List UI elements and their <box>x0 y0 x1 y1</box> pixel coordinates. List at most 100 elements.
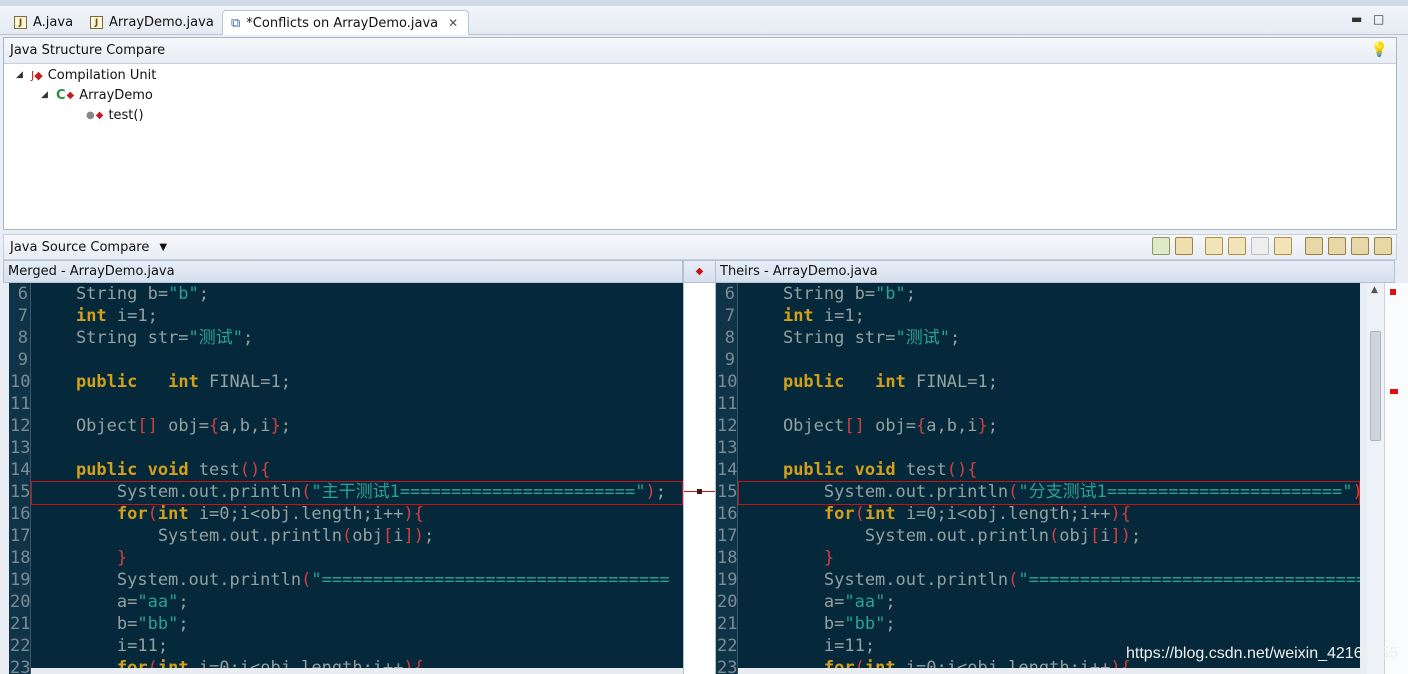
class-icon: C <box>56 87 66 103</box>
code-text: i=11; <box>742 636 876 656</box>
code-text: System.out.println(obj[i]); <box>35 526 435 546</box>
tree-item-arraydemo[interactable]: ◢ C ◆ ArrayDemo <box>41 85 153 105</box>
maximize-icon[interactable]: □ <box>1373 12 1384 26</box>
left-pane-header: Merged - ArrayDemo.java <box>3 260 683 283</box>
copy-left-icon[interactable] <box>1228 237 1246 255</box>
line-number: 21 <box>10 614 31 634</box>
code-text: } <box>823 548 835 568</box>
line-number: 17 <box>10 526 31 546</box>
code-line: 18 } <box>716 547 1360 569</box>
copy-all-left-icon[interactable] <box>1205 237 1223 255</box>
line-number: 13 <box>10 438 31 458</box>
line-number: 15 <box>717 482 738 502</box>
conflict-marker[interactable] <box>1390 289 1396 295</box>
tab-conflicts[interactable]: ⧉ *Conflicts on ArrayDemo.java ✕ <box>222 10 470 35</box>
code-text: System.out.println("分支测试1===============… <box>742 482 1360 502</box>
prev-diff-icon[interactable] <box>1328 237 1346 255</box>
watermark-text: https://blog.csdn.net/weixin_42161955 <box>1126 645 1399 662</box>
minimize-icon[interactable]: ▬ <box>1351 12 1362 26</box>
copy-right-icon[interactable] <box>1251 237 1269 255</box>
code-line: 6 String b="b"; <box>9 283 683 305</box>
vertical-scrollbar[interactable]: ▲ <box>1367 283 1384 674</box>
lightbulb-icon[interactable]: 💡 <box>1371 42 1388 58</box>
code-text: public void test(){ <box>782 460 978 480</box>
tab-label: *Conflicts on ArrayDemo.java <box>246 15 439 31</box>
compare-icon: ⧉ <box>231 15 241 31</box>
diff-connector <box>683 283 716 674</box>
copy-all-right-icon[interactable] <box>1274 237 1292 255</box>
dropdown-icon[interactable]: ▼ <box>159 242 167 253</box>
scroll-up-icon[interactable]: ▲ <box>1371 285 1378 295</box>
code-line: 13 <box>9 437 683 459</box>
conflict-marker-icon: ◆ <box>66 89 75 101</box>
next-diff-icon[interactable] <box>1305 237 1323 255</box>
line-number: 21 <box>717 614 738 634</box>
tree-item-compilation-unit[interactable]: ◢ J◆ Compilation Unit <box>16 65 156 85</box>
conflict-marker[interactable] <box>1390 389 1398 394</box>
line-number: 23 <box>10 658 31 674</box>
expand-icon[interactable]: ◢ <box>41 90 51 100</box>
tab-label: A.java <box>33 15 74 30</box>
theirs-code-editor[interactable]: 6 String b="b"; 7 int i=1; 8 String str="测… <box>716 283 1360 674</box>
tree-label: ArrayDemo <box>79 87 153 103</box>
pane-title: Java Structure Compare <box>10 43 166 58</box>
tab-arraydemo-java[interactable]: J ArrayDemo.java <box>82 10 224 35</box>
code-text: a="aa"; <box>35 592 189 612</box>
code-text: int i=1; <box>782 306 865 326</box>
code-text: System.out.println("====================… <box>742 570 1360 590</box>
conflict-connector-marker[interactable] <box>697 489 702 494</box>
tree-item-test[interactable]: ● ◆ test() <box>86 105 144 125</box>
code-line: 7 int i=1; <box>716 305 1360 327</box>
structure-compare-pane: Java Structure Compare 💡 ◢ J◆ Compilatio… <box>3 37 1397 230</box>
scrollbar-thumb[interactable] <box>1370 331 1381 441</box>
line-number: 22 <box>10 636 31 656</box>
code-text: System.out.println(obj[i]); <box>742 526 1142 546</box>
code-text: String b="b"; <box>742 284 917 304</box>
code-line: 18 } <box>9 547 683 569</box>
prev-change-icon[interactable] <box>1374 237 1392 255</box>
horizontal-scrollbar-left[interactable] <box>31 668 683 674</box>
overview-ruler <box>1384 283 1408 674</box>
line-number: 19 <box>10 570 31 590</box>
line-number: 11 <box>717 394 738 414</box>
code-text: public void test(){ <box>75 460 271 480</box>
line-number: 9 <box>17 350 28 370</box>
code-text: } <box>116 548 128 568</box>
tab-a-java[interactable]: J A.java <box>6 10 83 35</box>
line-number: 14 <box>717 460 738 480</box>
code-text: b="bb"; <box>742 614 896 634</box>
line-number: 20 <box>10 592 31 612</box>
code-line: 19 System.out.println("=================… <box>716 569 1360 591</box>
line-number: 13 <box>717 438 738 458</box>
code-text: int i=1; <box>75 306 158 326</box>
code-line: 14 public void test(){ <box>716 459 1360 481</box>
line-number: 7 <box>17 306 28 326</box>
line-number: 10 <box>10 372 31 392</box>
code-text: i=11; <box>35 636 169 656</box>
layout-icon[interactable] <box>1152 237 1170 255</box>
code-line: 17 System.out.println(obj[i]); <box>9 525 683 547</box>
ancestor-icon[interactable] <box>1175 237 1193 255</box>
expand-icon[interactable]: ◢ <box>16 70 26 80</box>
line-number: 18 <box>10 548 31 568</box>
code-line: 10 public int FINAL=1; <box>716 371 1360 393</box>
next-change-icon[interactable] <box>1351 237 1369 255</box>
code-text: String str="测试"; <box>35 328 254 348</box>
code-line: 16 for(int i=0;i<obj.length;i++){ <box>9 503 683 525</box>
line-number: 16 <box>717 504 738 524</box>
line-number: 16 <box>10 504 31 524</box>
left-pane-title: Merged - ArrayDemo.java <box>8 264 175 279</box>
method-icon: ● <box>86 109 95 121</box>
close-icon[interactable]: ✕ <box>448 16 458 30</box>
tree-label: Compilation Unit <box>47 67 157 83</box>
merged-code-editor[interactable]: 6 String b="b"; 7 int i=1; 8 String str="测… <box>9 283 683 674</box>
conflict-marker-icon: ◆ <box>95 109 104 121</box>
right-pane-title: Theirs - ArrayDemo.java <box>720 264 878 279</box>
code-line: 16 for(int i=0;i<obj.length;i++){ <box>716 503 1360 525</box>
code-line: 10 public int FINAL=1; <box>9 371 683 393</box>
line-number: 6 <box>724 284 735 304</box>
horizontal-scrollbar-right[interactable] <box>738 668 1360 674</box>
code-text: System.out.println("主干测试1===============… <box>35 482 666 502</box>
tab-bar-topline <box>0 0 1408 6</box>
code-line: 19 System.out.println("=================… <box>9 569 683 591</box>
